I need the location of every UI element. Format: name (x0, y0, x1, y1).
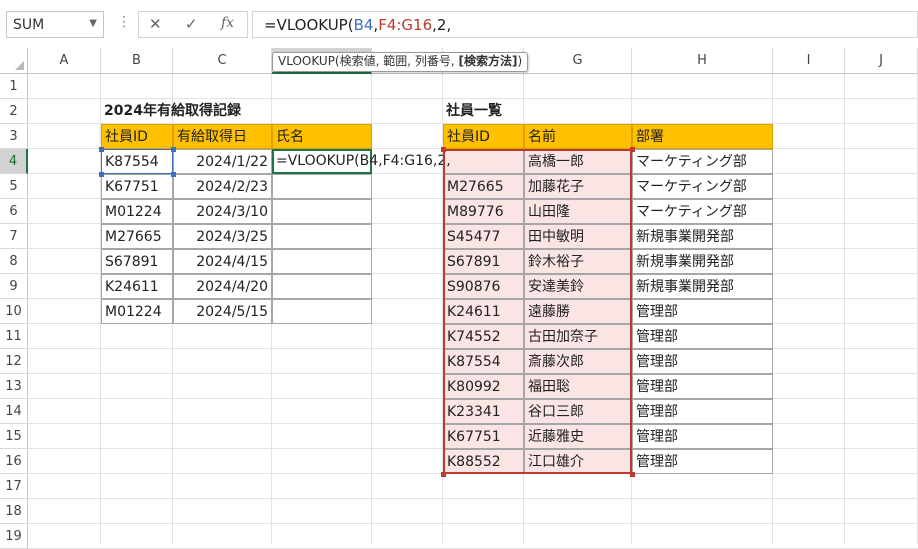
table2-dept-cell[interactable]: マーケティング部 (632, 174, 773, 199)
resize-handle[interactable] (630, 472, 635, 477)
table2-dept-cell[interactable]: 管理部 (632, 349, 773, 374)
table1-name-cell[interactable] (272, 174, 372, 199)
row-header-2[interactable]: 2 (0, 99, 28, 124)
table1-date-cell[interactable]: 2024/1/22 (173, 149, 272, 174)
table2-dept-cell[interactable]: 管理部 (632, 324, 773, 349)
enter-icon[interactable]: ✓ (185, 15, 198, 33)
table1-date-cell[interactable]: 2024/5/15 (173, 299, 272, 324)
table1-header[interactable]: 有給取得日 (173, 124, 272, 149)
table1-date-cell[interactable]: 2024/2/23 (173, 174, 272, 199)
formula-input[interactable]: =VLOOKUP(B4,F4:G16,2, (252, 11, 918, 38)
table1-id-cell[interactable]: S67891 (101, 249, 173, 274)
formula-ref-b4: B4 (353, 16, 374, 34)
tooltip-text: VLOOKUP(検索値, 範囲, 列番号, (278, 54, 459, 68)
resize-handle[interactable] (171, 147, 176, 152)
resize-handle[interactable] (441, 147, 446, 152)
select-all-corner[interactable] (0, 48, 28, 74)
name-box[interactable]: SUM ▼ (6, 11, 104, 38)
table2-dept-cell[interactable]: 管理部 (632, 424, 773, 449)
formula-buttons: ✕ ✓ fx (138, 11, 248, 38)
table2-dept-cell[interactable]: 管理部 (632, 299, 773, 324)
table1-name-cell[interactable] (272, 274, 372, 299)
row-header-1[interactable]: 1 (0, 74, 28, 99)
tooltip-close: ) (517, 54, 523, 68)
table1-name-cell[interactable] (272, 199, 372, 224)
table1-date-cell[interactable]: 2024/4/15 (173, 249, 272, 274)
column-header-g[interactable]: G (524, 48, 632, 74)
gridline-h (28, 523, 918, 524)
table1-date-cell[interactable]: 2024/3/25 (173, 224, 272, 249)
resize-handle[interactable] (99, 172, 104, 177)
active-editing-cell[interactable]: =VLOOKUP(B4,F4:G16,2, (272, 149, 451, 174)
table1-header[interactable]: 氏名 (272, 124, 372, 149)
name-box-value: SUM (13, 17, 45, 33)
row-header-12[interactable]: 12 (0, 349, 28, 374)
formula-ref-range: F4:G16 (378, 16, 433, 34)
row-header-5[interactable]: 5 (0, 174, 28, 199)
column-header-h[interactable]: H (632, 48, 773, 74)
resize-handle[interactable] (171, 172, 176, 177)
row-header-4[interactable]: 4 (0, 149, 28, 174)
insert-function-icon[interactable]: fx (221, 15, 234, 31)
table2-header[interactable]: 部署 (632, 124, 773, 149)
row-header-13[interactable]: 13 (0, 374, 28, 399)
table1-name-cell[interactable] (272, 224, 372, 249)
table1-id-cell[interactable]: M27665 (101, 224, 173, 249)
table2-header[interactable]: 社員ID (443, 124, 524, 149)
formula-suffix: ,2, (432, 16, 452, 34)
resize-handle[interactable] (441, 472, 446, 477)
table1-header[interactable]: 社員ID (101, 124, 173, 149)
table2-dept-cell[interactable]: 新規事業開発部 (632, 274, 773, 299)
column-header-j[interactable]: J (845, 48, 918, 74)
resize-handle[interactable] (630, 147, 635, 152)
more-options-icon[interactable]: ⋮ (117, 14, 131, 30)
table2-dept-cell[interactable]: 管理部 (632, 374, 773, 399)
row-header-18[interactable]: 18 (0, 499, 28, 524)
table2-dept-cell[interactable]: マーケティング部 (632, 149, 773, 174)
row-header-16[interactable]: 16 (0, 449, 28, 474)
column-header-c[interactable]: C (173, 48, 272, 74)
spreadsheet-grid[interactable]: ABCDEFGHIJ 12345678910111213141516171819… (0, 48, 918, 549)
row-header-3[interactable]: 3 (0, 124, 28, 149)
row-header-19[interactable]: 19 (0, 524, 28, 549)
row-header-10[interactable]: 10 (0, 299, 28, 324)
table1-name-cell[interactable] (272, 249, 372, 274)
chevron-down-icon[interactable]: ▼ (89, 18, 97, 29)
formula-bar: SUM ▼ ⋮ ✕ ✓ fx =VLOOKUP(B4,F4:G16,2, (0, 0, 918, 48)
table1-date-cell[interactable]: 2024/4/20 (173, 274, 272, 299)
row-header-11[interactable]: 11 (0, 324, 28, 349)
reference-outline-b4 (101, 149, 173, 174)
tooltip-bold: [検索方法] (458, 54, 518, 68)
gridline-h (28, 498, 918, 499)
resize-handle[interactable] (99, 147, 104, 152)
table1-id-cell[interactable]: M01224 (101, 299, 173, 324)
table1-date-cell[interactable]: 2024/3/10 (173, 199, 272, 224)
row-header-15[interactable]: 15 (0, 424, 28, 449)
column-header-b[interactable]: B (101, 48, 173, 74)
row-header-6[interactable]: 6 (0, 199, 28, 224)
row-header-7[interactable]: 7 (0, 224, 28, 249)
formula-prefix: =VLOOKUP( (264, 16, 354, 34)
table1-title[interactable]: 2024年有給取得記録 (101, 99, 301, 124)
table2-dept-cell[interactable]: 新規事業開発部 (632, 249, 773, 274)
reference-outline-range (443, 149, 632, 474)
table2-title[interactable]: 社員一覧 (443, 99, 524, 124)
table2-dept-cell[interactable]: マーケティング部 (632, 199, 773, 224)
table2-dept-cell[interactable]: 管理部 (632, 399, 773, 424)
column-header-a[interactable]: A (28, 48, 101, 74)
table2-dept-cell[interactable]: 新規事業開発部 (632, 224, 773, 249)
row-header-9[interactable]: 9 (0, 274, 28, 299)
row-header-14[interactable]: 14 (0, 399, 28, 424)
row-header-8[interactable]: 8 (0, 249, 28, 274)
table1-id-cell[interactable]: K24611 (101, 274, 173, 299)
function-tooltip[interactable]: VLOOKUP(検索値, 範囲, 列番号, [検索方法]) (272, 52, 529, 72)
table1-name-cell[interactable] (272, 299, 372, 324)
table2-header[interactable]: 名前 (524, 124, 632, 149)
table1-id-cell[interactable]: M01224 (101, 199, 173, 224)
cancel-icon[interactable]: ✕ (149, 15, 162, 33)
row-header-17[interactable]: 17 (0, 474, 28, 499)
table1-id-cell[interactable]: K67751 (101, 174, 173, 199)
column-header-i[interactable]: I (773, 48, 845, 74)
table2-dept-cell[interactable]: 管理部 (632, 449, 773, 474)
